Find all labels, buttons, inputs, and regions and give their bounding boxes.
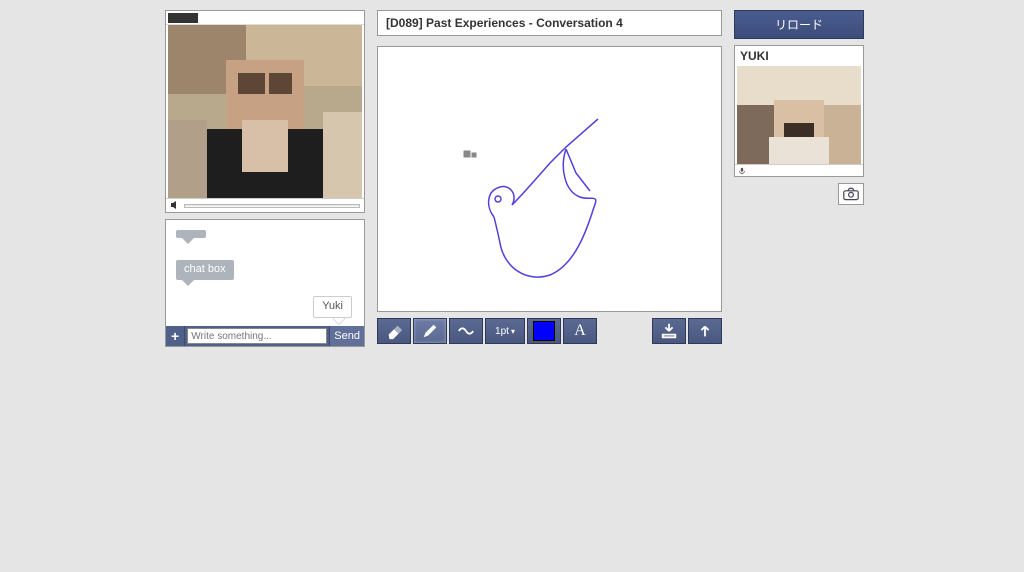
chat-panel: chat box Yuki + Send [165, 219, 365, 347]
stroke-width-label: 1pt [495, 326, 509, 337]
chat-input-row: + Send [166, 326, 364, 346]
eraser-button[interactable] [377, 318, 411, 344]
app-container: chat box Yuki + Send [D089] Past Experie… [0, 0, 1024, 347]
peer-video-panel: YUKI [734, 45, 864, 177]
volume-slider[interactable] [184, 204, 360, 208]
stroke-width-button[interactable]: 1pt▾ [485, 318, 525, 344]
left-column: chat box Yuki + Send [165, 10, 365, 347]
video-panel-header[interactable] [166, 11, 364, 25]
lesson-title: [D089] Past Experiences - Conversation 4 [377, 10, 722, 36]
color-swatch [533, 321, 555, 341]
microphone-icon [738, 164, 746, 178]
peer-video-feed [737, 66, 861, 164]
drag-handle-icon [168, 13, 198, 23]
text-tool-button[interactable]: A [563, 318, 597, 344]
chat-bubble-label: chat box [176, 260, 234, 280]
chat-bubble-peer: Yuki [313, 296, 352, 318]
center-column: [D089] Past Experiences - Conversation 4 [377, 10, 722, 344]
chevron-down-icon: ▾ [511, 327, 515, 336]
pencil-button[interactable] [413, 318, 447, 344]
right-column: リロード YUKI [734, 10, 864, 205]
chat-messages: chat box Yuki [166, 220, 364, 328]
volume-icon [170, 199, 180, 213]
chat-bubble-empty [176, 230, 206, 238]
local-video-feed [168, 25, 362, 198]
wave-line-button[interactable] [449, 318, 483, 344]
color-picker-button[interactable] [527, 318, 561, 344]
upload-button[interactable] [688, 318, 722, 344]
volume-bar[interactable] [166, 198, 364, 212]
snapshot-button[interactable] [838, 183, 864, 205]
reload-button[interactable]: リロード [734, 10, 864, 39]
peer-name-label: YUKI [735, 46, 863, 66]
local-video-panel [165, 10, 365, 213]
whiteboard-toolbar: 1pt▾ A [377, 318, 722, 344]
whiteboard-canvas[interactable] [377, 46, 722, 312]
peer-mic-bar [735, 164, 863, 176]
chat-input[interactable] [187, 328, 327, 344]
chat-add-button[interactable]: + [166, 326, 185, 346]
download-button[interactable] [652, 318, 686, 344]
chat-send-button[interactable]: Send [329, 326, 364, 346]
